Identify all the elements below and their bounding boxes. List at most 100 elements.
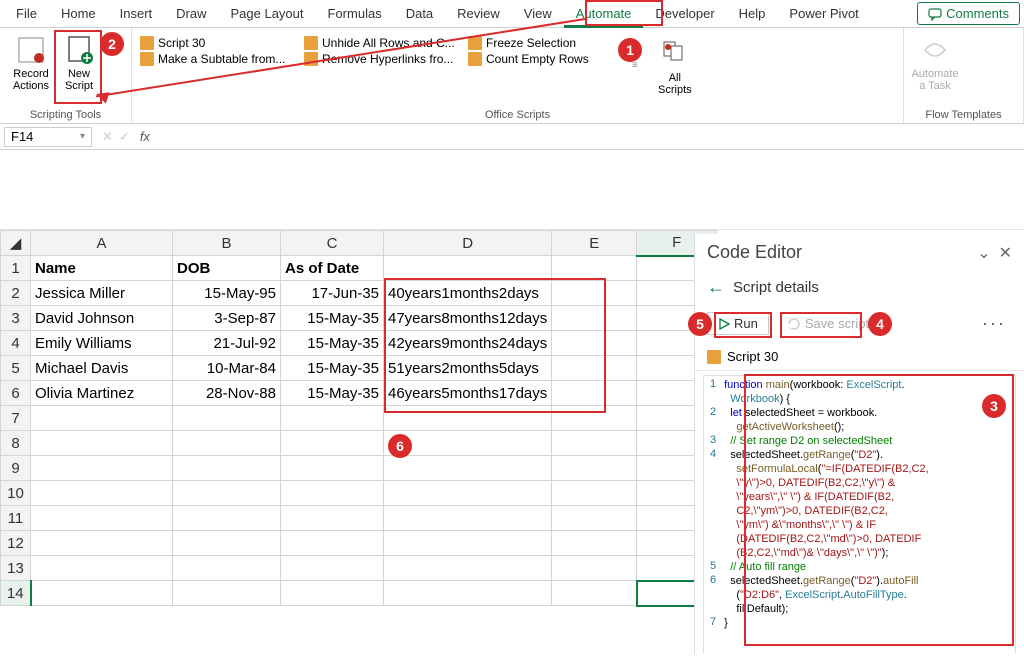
- cell[interactable]: Olivia Martinez: [31, 381, 173, 406]
- cell[interactable]: [384, 456, 552, 481]
- record-actions-button[interactable]: Record Actions: [8, 32, 54, 94]
- cell[interactable]: [384, 481, 552, 506]
- enter-icon[interactable]: ✓: [119, 129, 130, 145]
- comments-button[interactable]: Comments: [917, 2, 1020, 25]
- cell[interactable]: 42years9months24days: [384, 331, 552, 356]
- cell[interactable]: [173, 556, 281, 581]
- row-header[interactable]: 8: [1, 431, 31, 456]
- all-scripts-button[interactable]: All Scripts: [652, 36, 698, 98]
- col-header[interactable]: A: [31, 231, 173, 256]
- cell[interactable]: [552, 356, 637, 381]
- col-header[interactable]: C: [281, 231, 384, 256]
- row-header[interactable]: 14: [1, 581, 31, 606]
- cell[interactable]: [552, 581, 637, 606]
- chevron-down-icon[interactable]: ⌄: [977, 243, 990, 263]
- cell[interactable]: Michael Davis: [31, 356, 173, 381]
- cell[interactable]: [173, 456, 281, 481]
- cell[interactable]: 21-Jul-92: [173, 331, 281, 356]
- row-header[interactable]: 11: [1, 506, 31, 531]
- cell[interactable]: [552, 331, 637, 356]
- col-header[interactable]: D: [384, 231, 552, 256]
- cell[interactable]: 47years8months12days: [384, 306, 552, 331]
- script-item[interactable]: Make a Subtable from...: [140, 52, 290, 66]
- code-text[interactable]: function main(workbook: ExcelScript. Wor…: [720, 376, 1015, 654]
- script-item[interactable]: Freeze Selection: [468, 36, 618, 50]
- cell[interactable]: Emily Williams: [31, 331, 173, 356]
- row-header[interactable]: 13: [1, 556, 31, 581]
- cell[interactable]: [384, 406, 552, 431]
- tab-developer[interactable]: Developer: [643, 2, 726, 25]
- cell[interactable]: [552, 256, 637, 281]
- row-header[interactable]: 6: [1, 381, 31, 406]
- name-box[interactable]: F14▾: [4, 127, 92, 147]
- cell[interactable]: [173, 431, 281, 456]
- tab-data[interactable]: Data: [394, 2, 445, 25]
- cell[interactable]: [281, 556, 384, 581]
- tab-power-pivot[interactable]: Power Pivot: [777, 2, 870, 25]
- row-header[interactable]: 5: [1, 356, 31, 381]
- select-all[interactable]: ◢: [1, 231, 31, 256]
- worksheet-grid[interactable]: ◢ A B C D E F 1 Name DOB As of Date 2 Je…: [0, 230, 717, 606]
- cell[interactable]: [552, 281, 637, 306]
- cell[interactable]: 28-Nov-88: [173, 381, 281, 406]
- script-item[interactable]: Count Empty Rows: [468, 52, 618, 66]
- row-header[interactable]: 10: [1, 481, 31, 506]
- cell[interactable]: Name: [31, 256, 173, 281]
- close-icon[interactable]: ✕: [999, 243, 1012, 263]
- back-arrow-icon[interactable]: ←: [707, 277, 725, 298]
- tab-help[interactable]: Help: [727, 2, 778, 25]
- cell[interactable]: [552, 406, 637, 431]
- cell[interactable]: [31, 581, 173, 606]
- row-header[interactable]: 12: [1, 531, 31, 556]
- cell[interactable]: [281, 506, 384, 531]
- cell[interactable]: [173, 481, 281, 506]
- cell[interactable]: [31, 506, 173, 531]
- cell[interactable]: [173, 506, 281, 531]
- code-editor[interactable]: 1234567 function main(workbook: ExcelScr…: [703, 375, 1016, 654]
- cell[interactable]: [384, 531, 552, 556]
- cell[interactable]: [31, 456, 173, 481]
- cell[interactable]: [173, 406, 281, 431]
- cell[interactable]: [31, 431, 173, 456]
- cell[interactable]: [281, 581, 384, 606]
- cell[interactable]: 15-May-35: [281, 356, 384, 381]
- row-header[interactable]: 1: [1, 256, 31, 281]
- cell[interactable]: [552, 306, 637, 331]
- row-header[interactable]: 2: [1, 281, 31, 306]
- cell[interactable]: [384, 581, 552, 606]
- cell[interactable]: 17-Jun-35: [281, 281, 384, 306]
- save-script-button[interactable]: Save script: [779, 313, 877, 334]
- script-item[interactable]: Script 30: [140, 36, 290, 50]
- cell[interactable]: 15-May-35: [281, 306, 384, 331]
- cell[interactable]: [384, 506, 552, 531]
- cell[interactable]: 15-May-35: [281, 381, 384, 406]
- cell[interactable]: [31, 406, 173, 431]
- cell[interactable]: [552, 456, 637, 481]
- cell[interactable]: [552, 381, 637, 406]
- cell[interactable]: Jessica Miller: [31, 281, 173, 306]
- tab-review[interactable]: Review: [445, 2, 512, 25]
- cell[interactable]: 10-Mar-84: [173, 356, 281, 381]
- cell[interactable]: DOB: [173, 256, 281, 281]
- cell[interactable]: 15-May-35: [281, 331, 384, 356]
- cell[interactable]: [281, 481, 384, 506]
- cell[interactable]: [552, 481, 637, 506]
- cell[interactable]: 3-Sep-87: [173, 306, 281, 331]
- cell[interactable]: [31, 531, 173, 556]
- row-header[interactable]: 4: [1, 331, 31, 356]
- tab-page-layout[interactable]: Page Layout: [219, 2, 316, 25]
- fx-icon[interactable]: fx: [136, 129, 150, 144]
- run-button[interactable]: Run: [707, 312, 769, 335]
- row-header[interactable]: 3: [1, 306, 31, 331]
- cell[interactable]: [552, 506, 637, 531]
- cell[interactable]: [173, 581, 281, 606]
- cell[interactable]: [281, 531, 384, 556]
- row-header[interactable]: 7: [1, 406, 31, 431]
- tab-insert[interactable]: Insert: [108, 2, 165, 25]
- cell[interactable]: [552, 556, 637, 581]
- cell[interactable]: [281, 431, 384, 456]
- cell[interactable]: [384, 556, 552, 581]
- cell[interactable]: [281, 456, 384, 481]
- cell[interactable]: [31, 481, 173, 506]
- row-header[interactable]: 9: [1, 456, 31, 481]
